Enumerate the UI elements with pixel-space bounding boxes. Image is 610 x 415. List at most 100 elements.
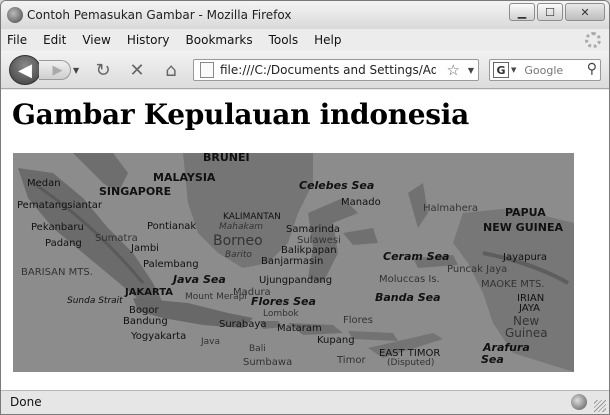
reload-button[interactable]: ↻ (91, 59, 115, 81)
back-arrow-icon: ◀ (18, 59, 32, 81)
map-label: PAPUA (505, 206, 546, 219)
map-label: Bogor (129, 305, 159, 316)
map-label: Medan (27, 178, 61, 189)
title-bar[interactable]: Contoh Pemasukan Gambar - Mozilla Firefo… (1, 1, 609, 29)
map-label: Puncak Jaya (447, 264, 507, 275)
menu-view[interactable]: View (82, 33, 110, 47)
close-button[interactable]: ✕ (565, 3, 605, 21)
maximize-button[interactable]: ☐ (537, 3, 563, 21)
history-dropdown-icon[interactable]: ▼ (73, 66, 79, 75)
home-icon: ⌂ (165, 59, 177, 81)
map-label: Jayapura (502, 252, 547, 263)
map-label: (Disputed) (387, 358, 434, 368)
map-label: Pekanbaru (31, 222, 84, 233)
map-label: Celebes Sea (299, 179, 374, 192)
menu-edit[interactable]: Edit (43, 33, 66, 47)
map-label: Ujungpandang (259, 275, 332, 286)
page-title: Gambar Kepulauan indonesia (12, 98, 469, 131)
map-label: Banjarmasin (261, 256, 323, 267)
search-bar[interactable]: G ▼ ⚲ (489, 59, 601, 81)
map-label: Bali (249, 344, 266, 354)
home-button[interactable]: ⌂ (159, 59, 183, 81)
back-button[interactable]: ◀ (9, 55, 41, 85)
map-label: Barito (225, 250, 252, 260)
map-label: Balikpapan (281, 245, 337, 256)
map-label: Halmahera (423, 203, 478, 214)
stop-button[interactable]: ✕ (125, 59, 149, 81)
map-label: Pematangsiantar (17, 200, 103, 211)
map-label: Sunda Strait (67, 296, 123, 306)
addon-status-icon[interactable] (571, 394, 587, 410)
map-label: Java Sea (171, 273, 226, 286)
map-label: Java (200, 337, 220, 347)
map-label: KALIMANTAN (223, 212, 281, 222)
menu-tools[interactable]: Tools (269, 33, 299, 47)
map-label: Ceram Sea (383, 250, 449, 263)
window-title: Contoh Pemasukan Gambar - Mozilla Firefo… (27, 8, 292, 22)
page-content: Gambar Kepulauan indonesia BRUNEI MALAYS… (1, 90, 609, 390)
map-label: Pontianak (147, 221, 196, 232)
map-label: Samarinda (286, 224, 340, 235)
activity-throbber-icon (585, 32, 601, 48)
map-label: Guinea (505, 326, 548, 340)
map-label: Flores Sea (251, 295, 316, 308)
map-label: Surabaya (219, 319, 266, 330)
map-graphic: BRUNEI MALAYSIA SINGAPORE Medan Pematang… (13, 153, 574, 372)
address-bar[interactable]: file:///C:/Documents and Settings/Adm ☆ … (193, 59, 479, 81)
map-label: Sulawesi (297, 235, 341, 246)
forward-button[interactable]: ▶ (39, 60, 71, 80)
map-label: Mahakam (219, 222, 263, 232)
minimize-icon: ▁ (517, 5, 527, 19)
maximize-icon: ☐ (545, 5, 555, 19)
bookmark-star-icon[interactable]: ☆ (447, 61, 460, 79)
status-text: Done (10, 395, 42, 409)
map-label: Banda Sea (375, 291, 441, 304)
map-label: BARISAN MTS. (21, 267, 93, 278)
map-label: SINGAPORE (99, 185, 171, 198)
map-label: MALAYSIA (153, 171, 216, 184)
map-label: Flores (343, 315, 373, 326)
map-label: Jambi (130, 243, 159, 254)
map-label: Bandung (123, 316, 168, 327)
map-label: JAKARTA (124, 287, 173, 298)
search-engine-icon[interactable]: G (493, 62, 509, 78)
url-text[interactable]: file:///C:/Documents and Settings/Adm (220, 63, 436, 77)
map-label: Manado (341, 197, 381, 208)
map-label: Yogyakarta (130, 331, 186, 342)
search-input[interactable] (524, 63, 585, 77)
search-icon[interactable]: ⚲ (587, 61, 597, 77)
reload-icon: ↻ (95, 59, 111, 81)
map-label: BRUNEI (203, 153, 250, 164)
menu-help[interactable]: Help (314, 33, 341, 47)
status-bar: Done (1, 390, 609, 414)
map-label: Borneo (213, 233, 263, 249)
close-icon: ✕ (580, 5, 590, 19)
url-dropdown-icon[interactable]: ▼ (468, 66, 474, 75)
indonesia-map-image: BRUNEI MALAYSIA SINGAPORE Medan Pematang… (13, 153, 574, 372)
minimize-button[interactable]: ▁ (509, 3, 535, 21)
menu-bookmarks[interactable]: Bookmarks (186, 33, 253, 47)
map-label: Lombok (263, 309, 299, 319)
firefox-icon (7, 7, 23, 23)
navigation-toolbar: ◀ ▶ ▼ ↻ ✕ ⌂ file:///C:/Documents and Set… (1, 51, 609, 89)
stop-icon: ✕ (129, 59, 145, 81)
menu-bar: File Edit View History Bookmarks Tools H… (1, 29, 609, 51)
window-controls: ▁ ☐ ✕ (509, 3, 605, 21)
forward-arrow-icon: ▶ (52, 62, 63, 78)
map-label: Sumbawa (243, 357, 292, 368)
menu-file[interactable]: File (7, 33, 27, 47)
map-label: Mataram (277, 323, 322, 334)
map-label: NEW GUINEA (483, 221, 563, 234)
map-label: Padang (45, 238, 82, 249)
page-icon (200, 62, 214, 78)
menu-history[interactable]: History (127, 33, 170, 47)
search-engine-dropdown-icon[interactable]: ▼ (511, 66, 516, 74)
map-label: JAYA (518, 303, 540, 314)
map-label: MAOKE MTS. (481, 279, 544, 290)
browser-window: Contoh Pemasukan Gambar - Mozilla Firefo… (0, 0, 610, 415)
map-label: Palembang (143, 259, 199, 270)
resize-grip[interactable] (594, 400, 606, 412)
map-label: Sea (481, 353, 504, 366)
map-label: Kupang (317, 335, 355, 346)
map-label: Moluccas Is. (379, 274, 440, 285)
